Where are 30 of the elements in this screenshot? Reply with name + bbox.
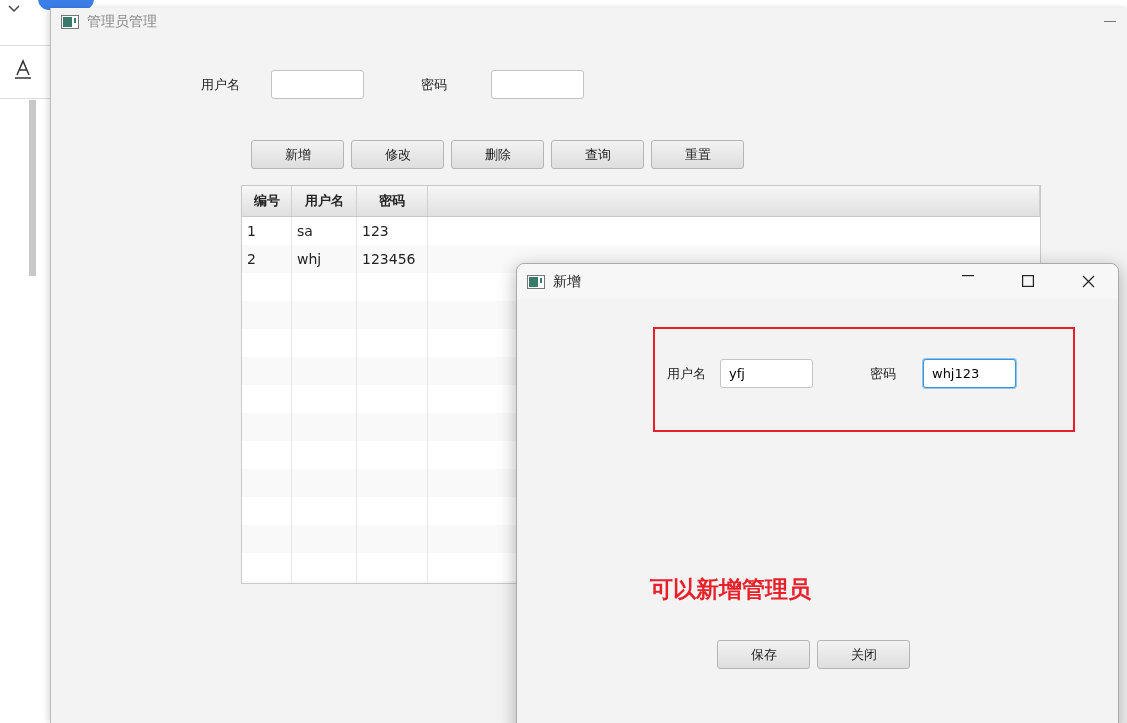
column-header[interactable]: 密码 [357,186,428,216]
dialog-button[interactable]: 关闭 [817,640,910,669]
field-label: 密码 [870,364,897,383]
toolbar-button[interactable]: 删除 [451,140,544,169]
table-cell: 123456 [357,245,428,273]
font-color-icon[interactable] [12,58,34,80]
input-field[interactable] [271,70,364,99]
field-label: 密码 [421,75,448,94]
toolbar-button[interactable]: 查询 [551,140,644,169]
toolbar-button[interactable]: 新增 [251,140,344,169]
minimize-icon[interactable] [962,275,974,277]
table-cell: 2 [242,245,292,273]
toolbar-button[interactable]: 修改 [351,140,444,169]
toolbar-button[interactable]: 重置 [651,140,744,169]
close-icon[interactable] [1081,275,1095,288]
dialog-title: 新增 [553,272,581,291]
app-icon [61,15,79,29]
column-header[interactable]: 用户名 [292,186,357,216]
input-field[interactable] [491,70,584,99]
table-cell: whj [292,245,357,273]
app-icon [527,274,545,289]
dialog-button[interactable]: 保存 [717,640,810,669]
column-header[interactable]: 编号 [242,186,292,216]
window-title: 管理员管理 [87,13,157,31]
input-field[interactable]: whj123 [923,359,1016,388]
maximize-icon[interactable] [1022,275,1034,287]
field-label: 用户名 [667,364,707,383]
input-field[interactable]: yfj [720,359,813,388]
field-label: 用户名 [201,75,241,94]
annotation-text: 可以新增管理员 [650,575,811,604]
